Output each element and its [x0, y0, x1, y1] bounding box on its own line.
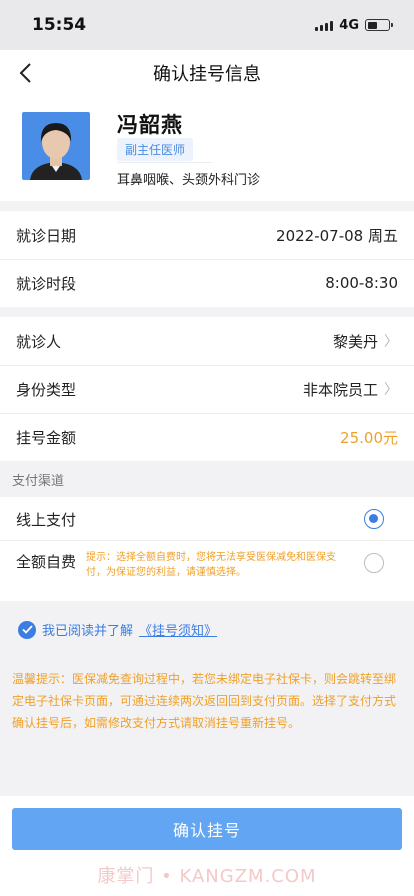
doctor-card: 冯韶燕 副主任医师 耳鼻咽喉、头颈外科门诊	[0, 96, 414, 201]
doctor-avatar	[22, 112, 90, 180]
chevron-right-icon: 〉	[384, 382, 398, 398]
patient-label: 就诊人	[16, 332, 62, 351]
agreement-link[interactable]: 《挂号须知》	[139, 620, 217, 639]
doctor-divider	[117, 162, 212, 163]
page-title: 确认挂号信息	[153, 64, 261, 85]
watermark: 康掌门 • KANGZM.COM	[97, 866, 317, 887]
visit-time-row: 就诊时段 8:00-8:30	[0, 259, 414, 307]
identity-value: 非本院员工	[302, 380, 378, 399]
agreement: 我已阅读并了解 《挂号须知》	[18, 620, 217, 639]
confirm-button[interactable]: 确认挂号	[12, 808, 402, 850]
doctor-name: 冯韶燕	[117, 113, 183, 137]
confirm-area: 确认挂号 康掌门 • KANGZM.COM	[0, 796, 414, 896]
signal-icon	[315, 19, 334, 31]
fee-row: 挂号金额 25.00元	[0, 413, 414, 461]
payment-header: 支付渠道	[0, 461, 414, 497]
payment-option-online[interactable]: 线上支付	[0, 497, 414, 541]
payment-full-label: 全额自费	[16, 553, 77, 571]
visit-section: 就诊日期 2022-07-08 周五 就诊时段 8:00-8:30	[0, 211, 414, 307]
identity-label: 身份类型	[16, 380, 77, 399]
network-type: 4G	[339, 17, 359, 33]
patient-section: 就诊人 黎美丹 〉 身份类型 非本院员工 〉 挂号金额 25.00元	[0, 317, 414, 461]
visit-time-value: 8:00-8:30	[325, 274, 398, 292]
fee-value: 25.00元	[340, 428, 398, 447]
agreement-text: 我已阅读并了解	[42, 624, 134, 639]
payment-full-radio[interactable]	[364, 553, 384, 573]
doctor-department: 耳鼻咽喉、头颈外科门诊	[117, 173, 261, 188]
patient-row[interactable]: 就诊人 黎美丹 〉	[0, 317, 414, 365]
payment-online-radio[interactable]	[364, 509, 384, 529]
nav-bar: 确认挂号信息	[0, 50, 414, 96]
patient-value-wrap: 黎美丹 〉	[333, 331, 398, 352]
battery-icon	[365, 19, 393, 31]
status-bar: 15:54 4G	[0, 0, 414, 50]
identity-value-wrap: 非本院员工 〉	[303, 379, 398, 400]
identity-row[interactable]: 身份类型 非本院员工 〉	[0, 365, 414, 413]
chevron-left-icon	[19, 63, 31, 83]
warm-tips: 温馨提示：医保减免查询过程中，若您未绑定电子社保卡，则会跳转至绑定电子社保卡页面…	[12, 672, 397, 730]
payment-online-label: 线上支付	[16, 511, 77, 529]
chevron-right-icon: 〉	[384, 334, 398, 350]
patient-value: 黎美丹	[332, 332, 378, 351]
visit-date-row: 就诊日期 2022-07-08 周五	[0, 211, 414, 259]
status-indicators: 4G	[315, 17, 393, 33]
back-button[interactable]	[14, 61, 36, 85]
visit-date-value: 2022-07-08 周五	[276, 226, 398, 245]
payment-option-full[interactable]: 全额自费 提示：选择全额自费时，您将无法享受医保减免和医保支付，为保证您的利益，…	[0, 541, 414, 601]
doctor-title-badge: 副主任医师	[117, 138, 194, 161]
visit-date-label: 就诊日期	[16, 226, 77, 245]
status-time: 15:54	[32, 15, 87, 35]
check-circle-icon[interactable]	[18, 620, 36, 639]
visit-time-label: 就诊时段	[16, 274, 77, 293]
payment-full-note: 提示：选择全额自费时，您将无法享受医保减免和医保支付，为保证您的利益，请谨慎选择…	[86, 552, 336, 578]
fee-label: 挂号金额	[16, 428, 77, 447]
